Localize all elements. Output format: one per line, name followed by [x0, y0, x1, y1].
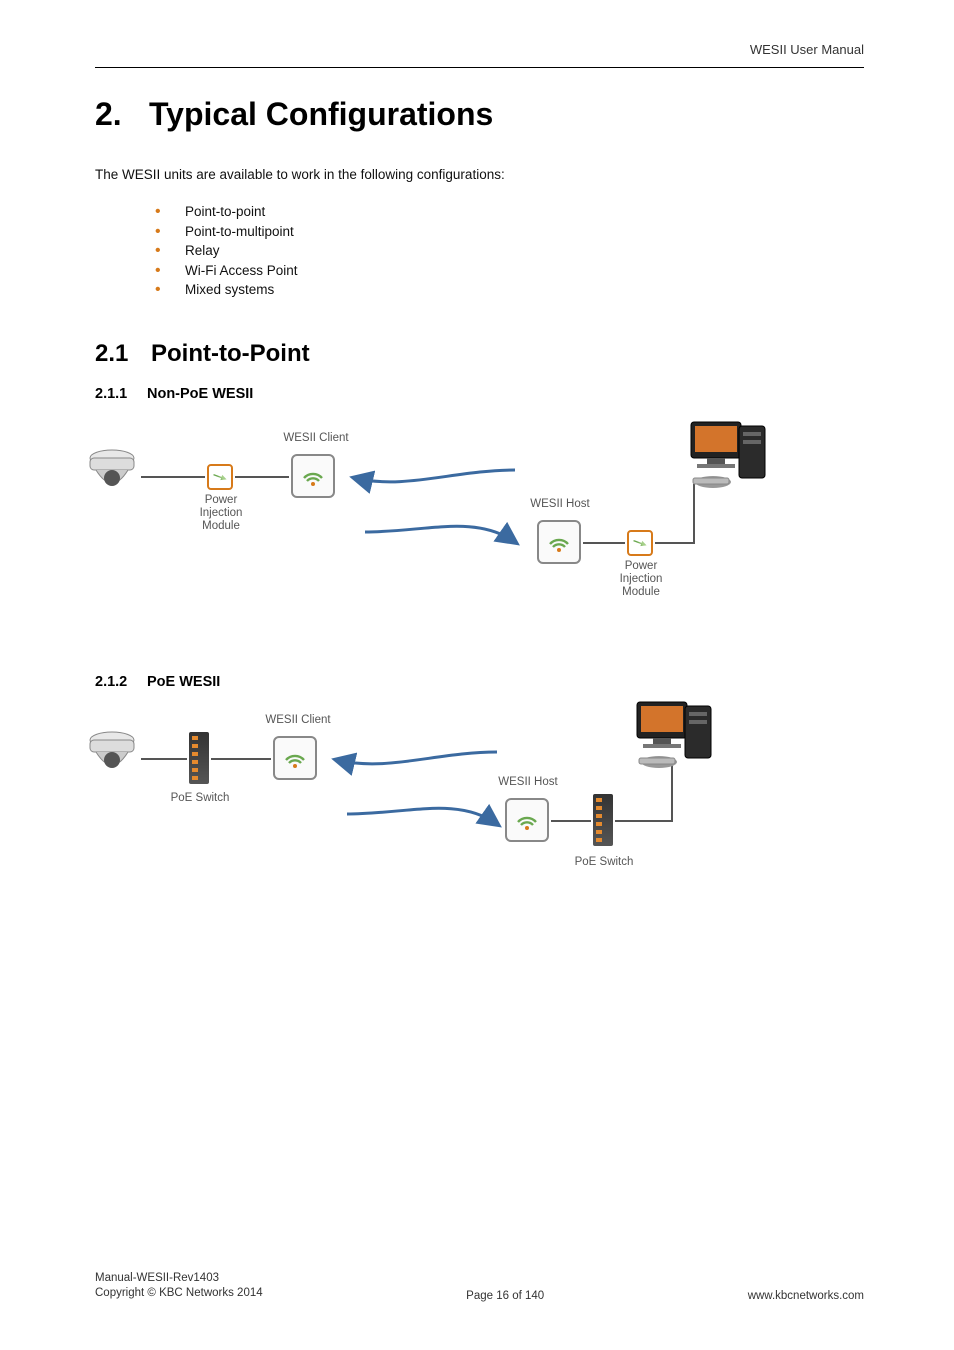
footer-copyright: Copyright © KBC Networks 2014 — [95, 1287, 263, 1299]
intro-paragraph: The WESII units are available to work in… — [95, 167, 864, 182]
title-h1: 2.Typical Configurations — [95, 96, 864, 133]
wire-line — [615, 820, 671, 822]
rf-link-arrows-icon — [345, 462, 525, 552]
list-item: Point-to-point — [155, 202, 864, 222]
wesii-client-label: WESII Client — [263, 714, 333, 727]
wesii-client-icon — [291, 454, 335, 498]
wire-line — [141, 758, 187, 760]
camera-icon — [85, 446, 139, 508]
wire-line — [141, 476, 205, 478]
wire-line — [655, 542, 693, 544]
poe-switch-label: PoE Switch — [569, 856, 639, 869]
subsection-2-1-1-heading: 2.1.1Non-PoE WESII — [95, 386, 864, 402]
list-item: Point-to-multipoint — [155, 222, 864, 242]
header-right: WESII User Manual — [95, 42, 864, 57]
wesii-client-icon — [273, 736, 317, 780]
wesii-host-label: WESII Host — [493, 776, 563, 789]
rf-link-arrows-icon — [327, 744, 507, 834]
wesii-client-label: WESII Client — [281, 432, 351, 445]
section-number: 2.1 — [95, 340, 151, 368]
header-rule — [95, 67, 864, 68]
computer-icon — [685, 420, 771, 500]
list-item: Mixed systems — [155, 280, 864, 300]
wesii-host-icon — [537, 520, 581, 564]
poe-switch-icon — [189, 732, 209, 784]
subsection-title: PoE WESII — [147, 674, 220, 690]
diagram-non-poe: Power Injection Module WESII Client WESI… — [95, 426, 795, 656]
section-2-1-heading: 2.1Point-to-Point — [95, 340, 864, 368]
subsection-2-1-2-heading: 2.1.2PoE WESII — [95, 674, 864, 690]
footer-left: Manual-WESII-Rev1403 Copyright © KBC Net… — [95, 1271, 263, 1302]
pim-label: Power Injection Module — [193, 494, 249, 534]
poe-switch-icon — [593, 794, 613, 846]
subsection-title: Non-PoE WESII — [147, 386, 253, 402]
diagram-poe: PoE Switch WESII Client WESII Host — [95, 714, 795, 934]
power-injection-module-icon — [207, 464, 233, 490]
computer-icon — [631, 700, 717, 780]
pim-label: Power Injection Module — [613, 560, 669, 600]
title-text: Typical Configurations — [149, 96, 493, 132]
list-item: Wi-Fi Access Point — [155, 261, 864, 281]
wire-line — [211, 758, 271, 760]
poe-switch-label: PoE Switch — [165, 792, 235, 805]
document-page: WESII User Manual 2.Typical Configuratio… — [0, 0, 954, 1350]
subsection-number: 2.1.2 — [95, 674, 147, 690]
power-injection-module-icon — [627, 530, 653, 556]
wesii-host-icon — [505, 798, 549, 842]
footer-url: www.kbcnetworks.com — [748, 1290, 864, 1302]
section-title: Point-to-Point — [151, 340, 310, 367]
config-bullet-list: Point-to-point Point-to-multipoint Relay… — [95, 202, 864, 300]
subsection-number: 2.1.1 — [95, 386, 147, 402]
list-item: Relay — [155, 241, 864, 261]
wire-line — [235, 476, 289, 478]
wire-line — [583, 542, 625, 544]
wire-line — [551, 820, 591, 822]
title-number: 2. — [95, 96, 149, 133]
page-footer: Manual-WESII-Rev1403 Copyright © KBC Net… — [95, 1271, 864, 1302]
footer-rev: Manual-WESII-Rev1403 — [95, 1272, 219, 1284]
footer-page: Page 16 of 140 — [263, 1290, 748, 1302]
wesii-host-label: WESII Host — [525, 498, 595, 511]
camera-icon — [85, 728, 139, 790]
